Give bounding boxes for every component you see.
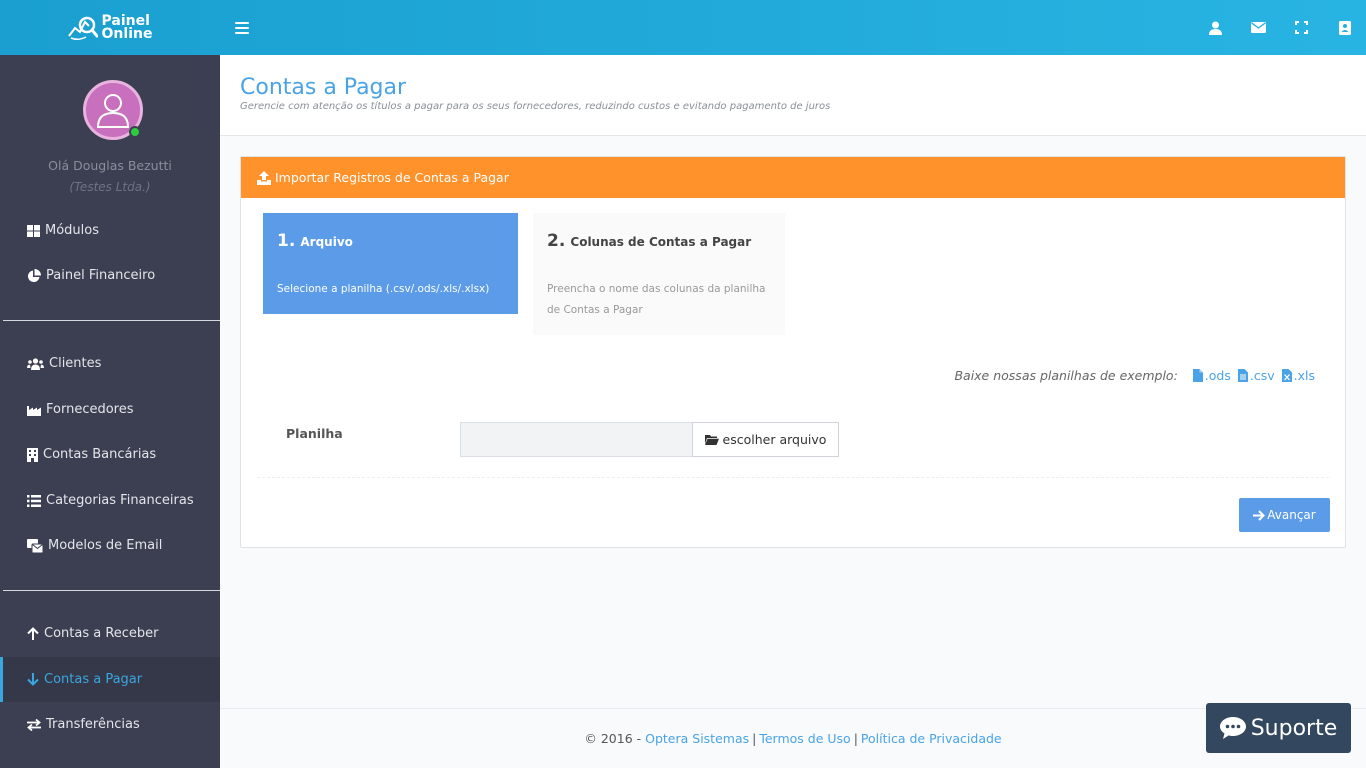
download-ods-label: .ods <box>1204 368 1231 383</box>
logo-line2: Online <box>101 25 153 42</box>
footer-terms-link[interactable]: Termos de Uso <box>759 731 850 746</box>
choose-file-label: escolher arquivo <box>722 432 827 447</box>
form-divider <box>257 477 1329 478</box>
email-template-icon <box>27 538 43 553</box>
support-label: Suporte <box>1250 715 1338 741</box>
logo-text: Painel Online <box>101 14 153 42</box>
sidebar-item-label: Painel Financeiro <box>46 268 156 283</box>
panel-header: Importar Registros de Contas a Pagar <box>241 157 1345 198</box>
planilha-label: Planilha <box>286 426 343 441</box>
sidebar-item-label: Categorias Financeiras <box>46 493 194 508</box>
envelope-icon[interactable] <box>1237 0 1280 55</box>
address-book-icon[interactable] <box>1323 0 1366 55</box>
page-header: Contas a Pagar Gerencie com atenção os t… <box>220 55 1366 136</box>
sidebar-item-contas-bancarias[interactable]: Contas Bancárias <box>0 432 220 477</box>
app-logo[interactable]: Painel Online <box>0 0 220 55</box>
avatar[interactable] <box>83 80 143 140</box>
step-number: 2. <box>547 231 566 251</box>
building-icon <box>27 447 38 462</box>
user-icon[interactable] <box>1194 0 1237 55</box>
user-greeting: Olá Douglas Bezutti <box>48 158 172 173</box>
import-panel: Importar Registros de Contas a Pagar 1. … <box>240 156 1346 548</box>
next-button-label: Avançar <box>1267 508 1316 522</box>
online-status-dot <box>129 126 141 138</box>
sidebar-item-clientes[interactable]: Clientes <box>0 341 220 386</box>
arrow-up-icon <box>27 627 39 640</box>
step-colunas[interactable]: 2. Colunas de Contas a Pagar Preencha o … <box>533 213 785 335</box>
sidebar-item-label: Clientes <box>49 356 102 371</box>
download-csv-label: .csv <box>1249 368 1275 383</box>
footer-copyright: © 2016 - <box>584 731 642 746</box>
arrow-right-icon <box>1253 509 1266 521</box>
step-description: Preencha o nome das colunas da planilha … <box>547 283 766 316</box>
footer-separator: | <box>853 731 858 746</box>
next-button[interactable]: Avançar <box>1239 498 1330 532</box>
arrow-down-icon <box>27 673 39 686</box>
sidebar: Olá Douglas Bezutti (Testes Ltda.) Módul… <box>0 55 220 768</box>
file-icon <box>1192 369 1203 382</box>
sidebar-item-label: Fornecedores <box>46 402 134 417</box>
file-path-input[interactable] <box>460 422 692 457</box>
user-avatar-icon <box>96 94 130 128</box>
users-icon <box>27 357 44 370</box>
step-number: 1. <box>277 231 296 251</box>
footer-privacy-link[interactable]: Política de Privacidade <box>861 731 1002 746</box>
sidebar-item-transferencias[interactable]: Transferências <box>0 702 220 747</box>
sidebar-item-painel-financeiro[interactable]: Painel Financeiro <box>0 253 220 298</box>
step-description: Selecione a planilha (.csv/.ods/.xls/.xl… <box>277 283 490 295</box>
topbar-actions <box>1194 0 1366 55</box>
footer-company-link[interactable]: Optera Sistemas <box>645 731 749 746</box>
step-arquivo[interactable]: 1. Arquivo Selecione a planilha (.csv/.o… <box>263 213 518 314</box>
page-title: Contas a Pagar <box>240 75 407 100</box>
sidebar-item-contas-a-receber[interactable]: Contas a Receber <box>0 611 220 656</box>
pie-chart-icon <box>27 268 41 282</box>
sidebar-item-contas-a-pagar[interactable]: Contas a Pagar <box>0 657 220 702</box>
download-xls-link[interactable]: .xls <box>1281 368 1315 383</box>
chat-icon <box>1219 717 1246 739</box>
download-ods-link[interactable]: .ods <box>1192 368 1231 383</box>
menu-toggle-icon[interactable] <box>235 21 249 34</box>
sidebar-item-label: Contas Bancárias <box>43 447 157 462</box>
footer-separator: | <box>752 731 757 746</box>
examples-label: Baixe nossas planilhas de exemplo: <box>954 368 1178 383</box>
support-button[interactable]: Suporte <box>1206 703 1351 753</box>
footer: © 2016 - Optera Sistemas | Termos de Uso… <box>220 708 1366 768</box>
sidebar-item-label: Transferências <box>46 717 140 732</box>
list-icon <box>27 494 41 507</box>
download-csv-link[interactable]: .csv <box>1237 368 1275 383</box>
exchange-icon <box>27 718 41 731</box>
sidebar-divider <box>3 320 220 321</box>
sidebar-item-modelos-de-email[interactable]: Modelos de Email <box>0 523 220 568</box>
sidebar-divider <box>3 590 220 591</box>
user-company: (Testes Ltda.) <box>69 180 151 194</box>
upload-icon <box>257 170 271 185</box>
sidebar-item-label: Módulos <box>45 223 99 238</box>
step-title: Arquivo <box>300 235 353 249</box>
logo-icon <box>67 16 98 40</box>
sidebar-item-categorias-financeiras[interactable]: Categorias Financeiras <box>0 478 220 523</box>
sidebar-item-label: Modelos de Email <box>48 538 163 553</box>
folder-open-icon <box>704 435 719 445</box>
sidebar-item-label: Contas a Pagar <box>44 672 143 687</box>
example-downloads: Baixe nossas planilhas de exemplo: .ods … <box>954 368 1315 383</box>
choose-file-button[interactable]: escolher arquivo <box>692 422 839 457</box>
fullscreen-icon[interactable] <box>1280 0 1323 55</box>
file-text-icon <box>1237 369 1248 382</box>
grid-icon <box>27 224 40 237</box>
download-xls-label: .xls <box>1293 368 1315 383</box>
topbar: Painel Online <box>0 0 1366 55</box>
sidebar-item-fornecedores[interactable]: Fornecedores <box>0 387 220 432</box>
industry-icon <box>27 405 41 416</box>
panel-title: Importar Registros de Contas a Pagar <box>275 170 509 185</box>
step-title: Colunas de Contas a Pagar <box>570 235 752 249</box>
page-subtitle: Gerencie com atenção os títulos a pagar … <box>240 101 831 112</box>
sidebar-item-label: Contas a Receber <box>44 626 159 641</box>
file-excel-icon <box>1281 369 1292 382</box>
sidebar-item-modulos[interactable]: Módulos <box>0 208 220 253</box>
